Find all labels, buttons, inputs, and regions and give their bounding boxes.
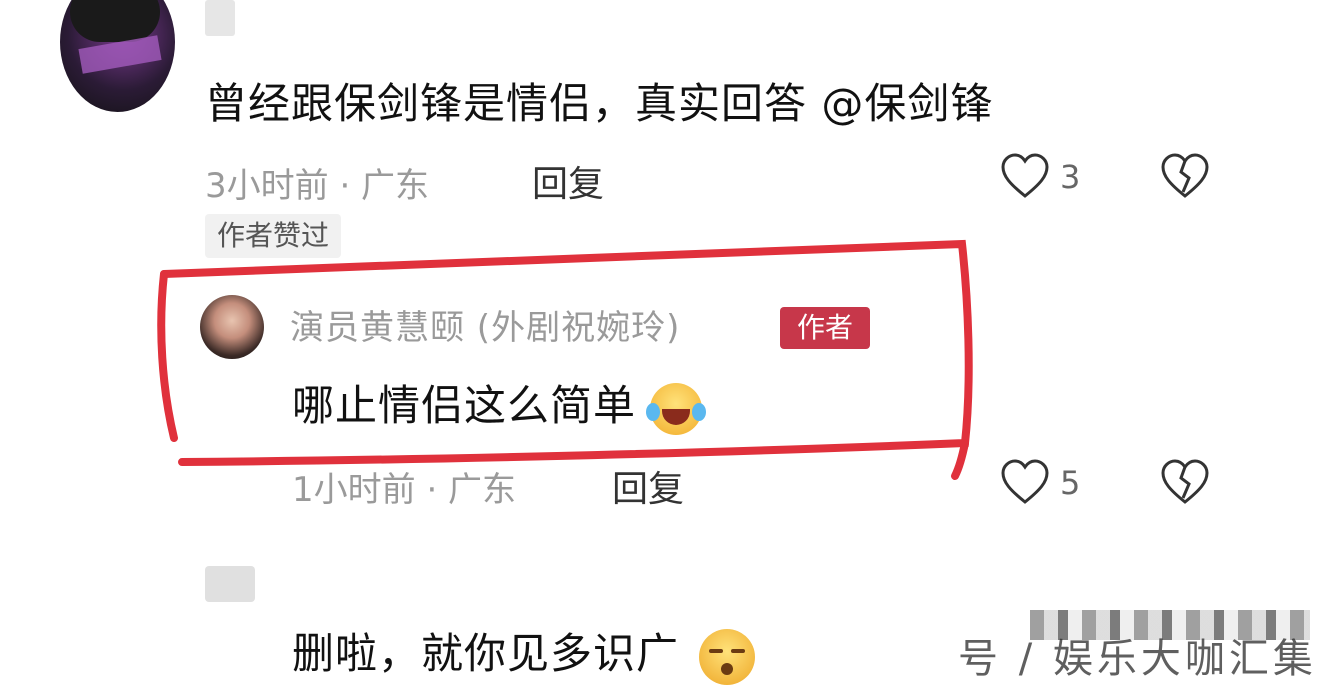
heart-icon xyxy=(1001,459,1049,504)
author-badge: 作者 xyxy=(780,307,870,349)
dislike-button[interactable] xyxy=(1160,152,1210,200)
comment-meta: 3小时前 · 广东 xyxy=(205,166,430,206)
reply-text: 哪止情侣这么简单 xyxy=(292,372,707,435)
commenter-name-placeholder xyxy=(205,0,235,36)
reply-button[interactable]: 回复 xyxy=(532,155,604,207)
pouting-emoji-icon xyxy=(699,628,756,685)
highlight-box xyxy=(157,239,973,480)
reply-text-content: 哪止情侣这么简单 xyxy=(292,381,637,430)
broken-heart-icon xyxy=(1161,153,1209,198)
commenter-avatar-2[interactable] xyxy=(205,566,255,602)
author-avatar[interactable] xyxy=(200,295,264,359)
like-count-2: 5 xyxy=(1060,464,1081,502)
comment-text-2-content: 删啦，就你见多识广 xyxy=(292,629,680,678)
commenter-avatar[interactable] xyxy=(60,0,175,112)
broken-heart-icon xyxy=(1161,459,1209,504)
comment-text: 曾经跟保剑锋是情侣，真实回答 @保剑锋 xyxy=(205,79,994,128)
like-button-2[interactable] xyxy=(1000,458,1050,506)
dislike-button-2[interactable] xyxy=(1160,458,1210,506)
watermark: 号 / 娱乐大咖汇集 xyxy=(958,636,1317,682)
reply-meta: 1小时前 · 广东 xyxy=(292,470,517,510)
like-button[interactable] xyxy=(1000,152,1050,200)
reply-button-2[interactable]: 回复 xyxy=(612,460,684,512)
heart-icon xyxy=(1001,153,1049,198)
author-name[interactable]: 演员黄慧颐 (外剧祝婉玲) xyxy=(290,300,680,349)
like-count: 3 xyxy=(1060,158,1081,196)
comment-text-2: 删啦，就你见多识广 xyxy=(292,620,756,685)
laughing-crying-emoji-icon xyxy=(646,382,707,435)
